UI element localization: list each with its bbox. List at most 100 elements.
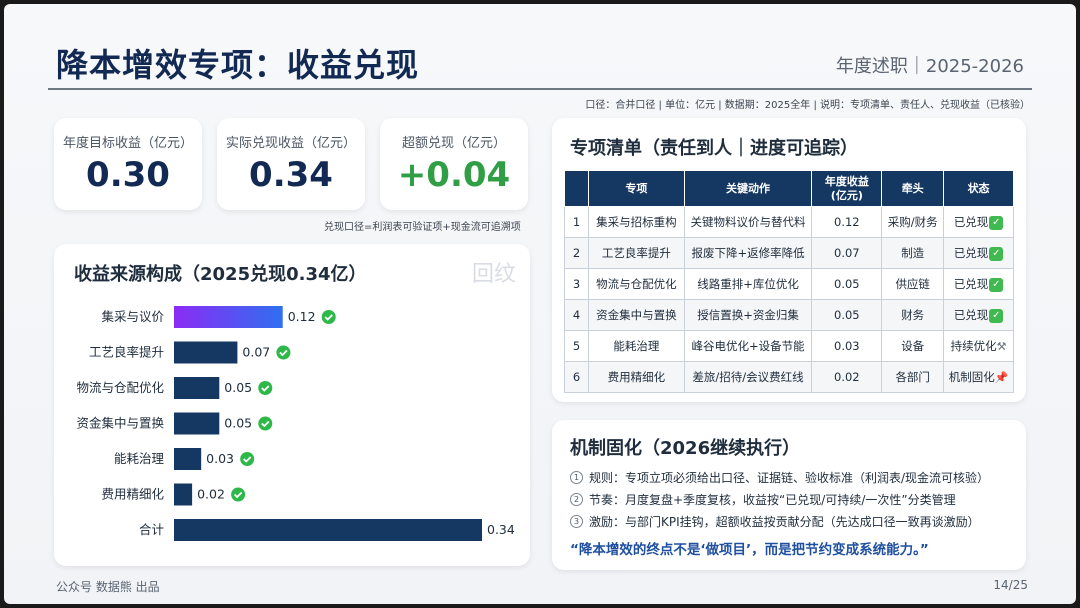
item-number: 3 xyxy=(570,514,583,528)
item-name: 物流与仓配优化 xyxy=(587,268,685,300)
table-row: 2 工艺良率提升 报废下降+返修率降低 0.07 制造 已兑现 ✓ xyxy=(564,237,1014,269)
item-name: 资金集中与置换 xyxy=(587,299,685,331)
status-cell: 已兑现 ✓ xyxy=(943,206,1014,238)
bar xyxy=(174,448,202,470)
key-action: 线路重排+库位优化 xyxy=(683,268,813,300)
check-icon xyxy=(258,416,273,431)
annual-gain: 0.05 xyxy=(811,299,883,331)
item-name: 集采与招标重构 xyxy=(587,206,685,238)
category-label: 能耗治理 xyxy=(114,451,165,466)
header-lead: 牵头 xyxy=(881,170,945,207)
table-row: 4 资金集中与置换 授信置换+资金归集 0.05 财务 已兑现 ✓ xyxy=(564,299,1014,331)
header-item: 专项 xyxy=(587,170,685,207)
kpi-footnote: 兑现口径=利润表可验证项+现金流可追溯项 xyxy=(324,222,521,233)
bar xyxy=(174,412,220,435)
category-label: 物流与仓配优化 xyxy=(76,380,164,395)
kpi-value: 0.30 xyxy=(86,155,170,195)
pin-icon: 📌 xyxy=(994,371,1009,384)
kpi-actual-card: 实际兑现收益（亿元） 0.34 xyxy=(217,118,365,210)
header-status: 状态 xyxy=(943,170,1014,207)
kpi-label: 实际兑现收益（亿元） xyxy=(225,136,356,151)
wrench-icon: ⚒ xyxy=(996,340,1007,353)
item-name: 费用精细化 xyxy=(587,361,685,393)
status-cell: 已兑现 ✓ xyxy=(943,237,1014,269)
check-icon: ✓ xyxy=(989,246,1004,261)
bar xyxy=(174,377,220,399)
status-cell: 持续优化⚒ xyxy=(943,330,1014,362)
bar xyxy=(174,519,482,541)
annual-gain: 0.07 xyxy=(811,237,883,269)
item-text: 规则：专项立项必须给出口径、证据链、验收标准（利润表/现金流可核验） xyxy=(589,470,990,485)
item-text: 激励：与部门KPI挂钩，超额收益按贡献分配（先达成口径一致再谈激励） xyxy=(589,514,980,529)
check-icon: ✓ xyxy=(989,308,1004,323)
revenue-source-chart-card: 集采与议价 0.12 工艺良率提升 0.07 物流与仓配优化 0.05 资金集中与置换 0.0… xyxy=(54,244,530,566)
check-icon: ✓ xyxy=(989,277,1004,292)
category-label: 工艺良率提升 xyxy=(89,345,164,360)
value-label: 0.07 xyxy=(242,345,270,360)
key-action: 峰谷电优化+设备节能 xyxy=(683,330,813,362)
lead-owner: 各部门 xyxy=(881,361,945,393)
mechanism-title: 机制固化（2026继续执行） xyxy=(570,438,801,459)
project-table: 专项 关键动作 年度收益 (亿元) 牵头 状态 1 集采与招标重构 关键物料议价与替代… xyxy=(564,170,1014,393)
item-name: 工艺良率提升 xyxy=(587,237,685,269)
bar xyxy=(174,306,283,328)
slide: 降本增效专项：收益兑现 年度述职｜2025-2026 口径：合并口径 | 单位：… xyxy=(4,4,1076,604)
value-label: 0.02 xyxy=(197,487,225,502)
report-label: 年度述职｜2025-2026 xyxy=(835,56,1024,77)
annual-gain: 0.12 xyxy=(811,206,883,238)
row-number: 1 xyxy=(564,206,589,238)
page-title: 降本增效专项：收益兑现 xyxy=(56,46,420,84)
value-label: 0.05 xyxy=(224,416,252,431)
category-label: 合计 xyxy=(139,522,164,537)
status-text: 持续优化 xyxy=(950,339,997,353)
list-item: 2 节奏：月度复盘+季度复核，收益按“已兑现/可持续/一次性”分类管理 xyxy=(570,488,989,510)
table-header-row: 专项 关键动作 年度收益 (亿元) 牵头 状态 xyxy=(564,170,1014,207)
lead-owner: 供应链 xyxy=(881,268,945,300)
bar-chart: 集采与议价 0.12 工艺良率提升 0.07 物流与仓配优化 0.05 资金集中与置换 0.0… xyxy=(76,306,515,541)
list-item: 3 激励：与部门KPI挂钩，超额收益按贡献分配（先达成口径一致再谈激励） xyxy=(570,510,989,532)
status-cell: 机制固化📌 xyxy=(943,361,1014,393)
item-name: 能耗治理 xyxy=(587,330,685,362)
category-label: 资金集中与置换 xyxy=(76,416,164,431)
status-cell: 已兑现 ✓ xyxy=(943,299,1014,331)
lead-owner: 设备 xyxy=(881,330,945,362)
annual-gain: 0.02 xyxy=(811,361,883,393)
row-number: 5 xyxy=(564,330,589,362)
value-label: 0.03 xyxy=(206,451,234,466)
item-number: 2 xyxy=(570,492,583,506)
lead-owner: 财务 xyxy=(881,299,945,331)
table-row: 3 物流与仓配优化 线路重排+库位优化 0.05 供应链 已兑现 ✓ xyxy=(564,268,1014,300)
value-label: 0.12 xyxy=(288,309,316,324)
list-item: 1 规则：专项立项必须给出口径、证据链、验收标准（利润表/现金流可核验） xyxy=(570,466,989,488)
footer-credit: 公众号 数据熊 出品 xyxy=(56,580,160,594)
check-icon: ✓ xyxy=(989,215,1004,230)
check-icon xyxy=(258,381,273,395)
lead-owner: 采购/财务 xyxy=(881,206,945,238)
title-divider xyxy=(48,88,1032,90)
mechanism-list: 1 规则：专项立项必须给出口径、证据链、验收标准（利润表/现金流可核验） 2 节… xyxy=(570,466,989,532)
category-label: 费用精细化 xyxy=(101,487,164,502)
kpi-value: +0.04 xyxy=(397,155,511,195)
row-number: 6 xyxy=(564,361,589,393)
status-cell: 已兑现 ✓ xyxy=(943,268,1014,300)
item-number: 1 xyxy=(570,470,583,484)
header-action: 关键动作 xyxy=(683,170,813,207)
value-label: 0.34 xyxy=(487,522,515,537)
item-text: 节奏：月度复盘+季度复核，收益按“已兑现/可持续/一次性”分类管理 xyxy=(589,492,956,507)
kpi-value: 0.34 xyxy=(249,155,333,195)
key-action: 授信置换+资金归集 xyxy=(683,299,813,331)
header-gain-text: 年度收益 (亿元) xyxy=(824,174,869,202)
check-icon xyxy=(231,487,246,502)
check-icon xyxy=(240,452,255,466)
kpi-label: 超额兑现（亿元） xyxy=(401,136,506,151)
annual-gain: 0.03 xyxy=(811,330,883,362)
kpi-label: 年度目标收益（亿元） xyxy=(62,136,193,151)
lead-owner: 制造 xyxy=(881,237,945,269)
check-icon xyxy=(321,310,336,324)
row-number: 2 xyxy=(564,237,589,269)
closing-quote: “降本增效的终点不是‘做项目’，而是把节约变成系统能力。” xyxy=(570,542,929,558)
kpi-target-card: 年度目标收益（亿元） 0.30 xyxy=(54,118,202,210)
key-action: 关键物料议价与替代料 xyxy=(683,206,813,238)
key-action: 差旅/招待/会议费红线 xyxy=(683,361,813,393)
header-gain: 年度收益 (亿元) xyxy=(811,170,883,207)
